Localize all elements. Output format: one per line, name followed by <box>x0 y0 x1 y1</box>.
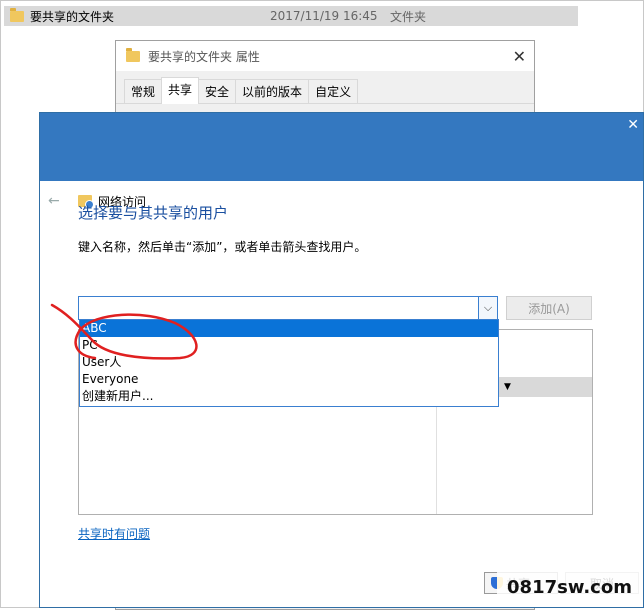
dropdown-item-pc[interactable]: PC <box>80 337 498 354</box>
user-dropdown-list: ABC PC User人 Everyone 创建新用户... <box>79 319 499 407</box>
close-icon[interactable]: ✕ <box>513 47 526 66</box>
properties-tabs: 常规 共享 安全 以前的版本 自定义 <box>116 77 534 104</box>
file-name: 要共享的文件夹 <box>30 9 115 24</box>
dropdown-item-abc[interactable]: ABC <box>80 320 498 337</box>
explorer-file-row[interactable]: 要共享的文件夹 2017/11/19 16:45 文件夹 <box>4 6 578 26</box>
add-button[interactable]: 添加(A) <box>506 296 592 320</box>
dropdown-item-user[interactable]: User人 <box>80 354 498 371</box>
tab-security[interactable]: 安全 <box>198 79 237 103</box>
network-access-dialog: ✕ ← 网络访问 选择要与其共享的用户 键入名称，然后单击“添加”，或者单击箭头… <box>39 112 644 608</box>
dialog-chrome: ✕ <box>40 113 643 181</box>
back-arrow-icon[interactable]: ← <box>48 193 68 209</box>
page-heading: 选择要与其共享的用户 <box>78 204 229 222</box>
dropdown-item-create-user[interactable]: 创建新用户... <box>80 388 498 405</box>
file-date: 2017/11/19 16:45 <box>270 9 378 23</box>
dropdown-item-everyone[interactable]: Everyone <box>80 371 498 388</box>
watermark: 0817sw.com <box>497 570 642 604</box>
file-type: 文件夹 <box>390 9 427 24</box>
tab-previous-versions[interactable]: 以前的版本 <box>235 79 310 103</box>
folder-icon <box>126 47 140 62</box>
tab-general[interactable]: 常规 <box>124 79 163 103</box>
help-link[interactable]: 共享时有问题 <box>78 525 150 542</box>
properties-titlebar: 要共享的文件夹 属性 ✕ <box>116 41 534 71</box>
permission-dropdown-icon[interactable]: ▼ <box>504 382 511 392</box>
chevron-down-icon[interactable]: ⌵ <box>478 297 497 319</box>
user-name-combobox[interactable]: ⌵ <box>78 296 498 320</box>
tab-customize[interactable]: 自定义 <box>308 79 359 103</box>
properties-title: 要共享的文件夹 属性 <box>148 49 260 64</box>
close-icon[interactable]: ✕ <box>627 117 639 133</box>
instruction-text: 键入名称，然后单击“添加”，或者单击箭头查找用户。 <box>78 240 367 254</box>
folder-icon <box>10 7 24 22</box>
tab-sharing[interactable]: 共享 <box>161 77 200 104</box>
